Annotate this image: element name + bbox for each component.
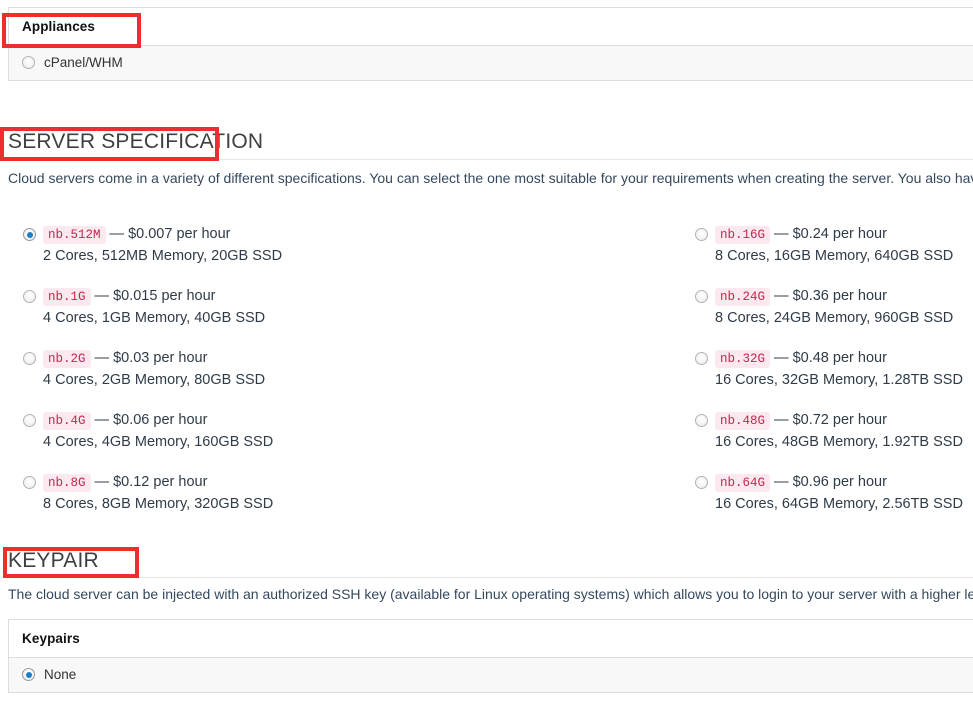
spec-dash-nb-4g: — xyxy=(94,412,110,428)
spec-dash-nb-32g: — xyxy=(774,350,789,366)
appliance-label-cpanel-whm: cPanel/WHM xyxy=(44,55,123,70)
spec-code-nb-1g: nb.1G xyxy=(43,288,91,306)
server-specification-heading: SERVER SPECIFICATION xyxy=(8,130,264,153)
spec-headline-nb-24g: nb.24G — $0.36 per hour xyxy=(715,286,973,307)
spec-details-nb-24g: 8 Cores, 24GB Memory, 960GB SSD xyxy=(715,310,954,326)
spec-option-nb-16g[interactable]: nb.16G — $0.24 per hour 8 Cores, 16GB Me… xyxy=(672,224,973,266)
spec-option-nb-32g[interactable]: nb.32G — $0.48 per hour 16 Cores, 32GB M… xyxy=(672,348,973,390)
radio-spec-nb-1g[interactable] xyxy=(23,290,36,303)
radio-spec-nb-64g[interactable] xyxy=(695,476,708,489)
spec-headline-nb-512m: nb.512M — $0.007 per hour xyxy=(43,224,480,245)
radio-spec-nb-16g[interactable] xyxy=(695,228,708,241)
spec-code-nb-4g: nb.4G xyxy=(43,412,91,430)
spec-headline-nb-2g: nb.2G — $0.03 per hour xyxy=(43,348,480,369)
spec-code-nb-2g: nb.2G xyxy=(43,350,91,368)
spec-details-nb-8g: 8 Cores, 8GB Memory, 320GB SSD xyxy=(43,496,274,512)
page-root: Appliances cPanel/WHM SERVER SPECIFICATI… xyxy=(0,0,973,703)
spec-code-nb-48g: nb.48G xyxy=(715,412,771,430)
appliances-cell-cpanel[interactable]: cPanel/WHM xyxy=(9,46,973,80)
radio-spec-nb-24g[interactable] xyxy=(695,290,708,303)
radio-spec-nb-8g[interactable] xyxy=(23,476,36,489)
spec-price-nb-2g: $0.03 per hour xyxy=(113,350,208,366)
spec-details-nb-48g: 16 Cores, 48GB Memory, 1.92TB SSD xyxy=(715,434,963,450)
appliances-table: Appliances cPanel/WHM xyxy=(8,7,973,81)
spec-details-nb-2g: 4 Cores, 2GB Memory, 80GB SSD xyxy=(43,372,266,388)
appliances-column-header: Appliances xyxy=(22,19,96,34)
spec-details-nb-4g: 4 Cores, 4GB Memory, 160GB SSD xyxy=(43,434,274,450)
spec-dash-nb-16g: — xyxy=(774,226,789,242)
server-specification-description: Cloud servers come in a variety of diffe… xyxy=(8,170,973,186)
spec-price-nb-4g: $0.06 per hour xyxy=(113,412,208,428)
spec-option-nb-24g[interactable]: nb.24G — $0.36 per hour 8 Cores, 24GB Me… xyxy=(672,286,973,328)
spec-code-nb-512m: nb.512M xyxy=(43,226,106,244)
keypairs-column-header: Keypairs xyxy=(22,631,80,646)
spec-headline-nb-4g: nb.4G — $0.06 per hour xyxy=(43,410,480,431)
server-specification-divider xyxy=(8,159,973,160)
spec-code-nb-8g: nb.8G xyxy=(43,474,91,492)
spec-details-nb-512m: 2 Cores, 512MB Memory, 20GB SSD xyxy=(43,248,283,264)
spec-headline-nb-64g: nb.64G — $0.96 per hour xyxy=(715,472,973,493)
spec-details-nb-16g: 8 Cores, 16GB Memory, 640GB SSD xyxy=(715,248,954,264)
spec-option-nb-2g[interactable]: nb.2G — $0.03 per hour 4 Cores, 2GB Memo… xyxy=(0,348,480,390)
server-specification-left-column: nb.512M — $0.007 per hour 2 Cores, 512MB… xyxy=(0,224,480,534)
keypair-heading: KEYPAIR xyxy=(8,549,99,572)
radio-spec-nb-32g[interactable] xyxy=(695,352,708,365)
spec-details-nb-64g: 16 Cores, 64GB Memory, 2.56TB SSD xyxy=(715,496,963,512)
spec-code-nb-32g: nb.32G xyxy=(715,350,771,368)
keypairs-row-none[interactable]: None xyxy=(9,658,973,692)
spec-headline-nb-1g: nb.1G — $0.015 per hour xyxy=(43,286,480,307)
spec-details-nb-1g: 4 Cores, 1GB Memory, 40GB SSD xyxy=(43,310,266,326)
spec-dash-nb-8g: — xyxy=(94,474,110,490)
keypairs-table: Keypairs None xyxy=(8,619,973,693)
radio-keypair-none[interactable] xyxy=(22,668,35,681)
spec-headline-nb-48g: nb.48G — $0.72 per hour xyxy=(715,410,973,431)
keypair-description: The cloud server can be injected with an… xyxy=(8,586,973,602)
spec-price-nb-1g: $0.015 per hour xyxy=(113,288,216,304)
spec-code-nb-24g: nb.24G xyxy=(715,288,771,306)
spec-option-nb-64g[interactable]: nb.64G — $0.96 per hour 16 Cores, 64GB M… xyxy=(672,472,973,514)
radio-spec-nb-2g[interactable] xyxy=(23,352,36,365)
radio-spec-nb-512m[interactable] xyxy=(23,228,36,241)
keypairs-cell-none[interactable]: None xyxy=(9,658,973,692)
spec-headline-nb-32g: nb.32G — $0.48 per hour xyxy=(715,348,973,369)
spec-dash-nb-1g: — xyxy=(94,288,110,304)
keypair-label-none: None xyxy=(44,667,77,682)
spec-option-nb-8g[interactable]: nb.8G — $0.12 per hour 8 Cores, 8GB Memo… xyxy=(0,472,480,514)
spec-dash-nb-2g: — xyxy=(94,350,110,366)
spec-price-nb-48g: $0.72 per hour xyxy=(792,412,887,428)
spec-dash-nb-24g: — xyxy=(774,288,789,304)
keypair-divider xyxy=(8,577,973,578)
spec-code-nb-64g: nb.64G xyxy=(715,474,771,492)
spec-code-nb-16g: nb.16G xyxy=(715,226,771,244)
keypairs-table-header-row: Keypairs xyxy=(9,620,973,658)
spec-price-nb-8g: $0.12 per hour xyxy=(113,474,208,490)
spec-price-nb-64g: $0.96 per hour xyxy=(792,474,887,490)
spec-price-nb-24g: $0.36 per hour xyxy=(792,288,887,304)
appliances-table-header-row: Appliances xyxy=(9,8,973,46)
radio-appliance-cpanel-whm[interactable] xyxy=(22,56,35,69)
spec-price-nb-512m: $0.007 per hour xyxy=(128,226,231,242)
server-specification-right-column: nb.16G — $0.24 per hour 8 Cores, 16GB Me… xyxy=(672,224,973,534)
radio-spec-nb-4g[interactable] xyxy=(23,414,36,427)
spec-dash-nb-512m: — xyxy=(109,226,125,242)
spec-price-nb-16g: $0.24 per hour xyxy=(792,226,887,242)
spec-details-nb-32g: 16 Cores, 32GB Memory, 1.28TB SSD xyxy=(715,372,963,388)
spec-option-nb-512m[interactable]: nb.512M — $0.007 per hour 2 Cores, 512MB… xyxy=(0,224,480,266)
spec-option-nb-1g[interactable]: nb.1G — $0.015 per hour 4 Cores, 1GB Mem… xyxy=(0,286,480,328)
spec-headline-nb-16g: nb.16G — $0.24 per hour xyxy=(715,224,973,245)
spec-dash-nb-64g: — xyxy=(774,474,789,490)
spec-price-nb-32g: $0.48 per hour xyxy=(792,350,887,366)
radio-spec-nb-48g[interactable] xyxy=(695,414,708,427)
spec-dash-nb-48g: — xyxy=(774,412,789,428)
spec-option-nb-48g[interactable]: nb.48G — $0.72 per hour 16 Cores, 48GB M… xyxy=(672,410,973,452)
appliances-row-cpanel[interactable]: cPanel/WHM xyxy=(9,46,973,80)
spec-option-nb-4g[interactable]: nb.4G — $0.06 per hour 4 Cores, 4GB Memo… xyxy=(0,410,480,452)
spec-headline-nb-8g: nb.8G — $0.12 per hour xyxy=(43,472,480,493)
